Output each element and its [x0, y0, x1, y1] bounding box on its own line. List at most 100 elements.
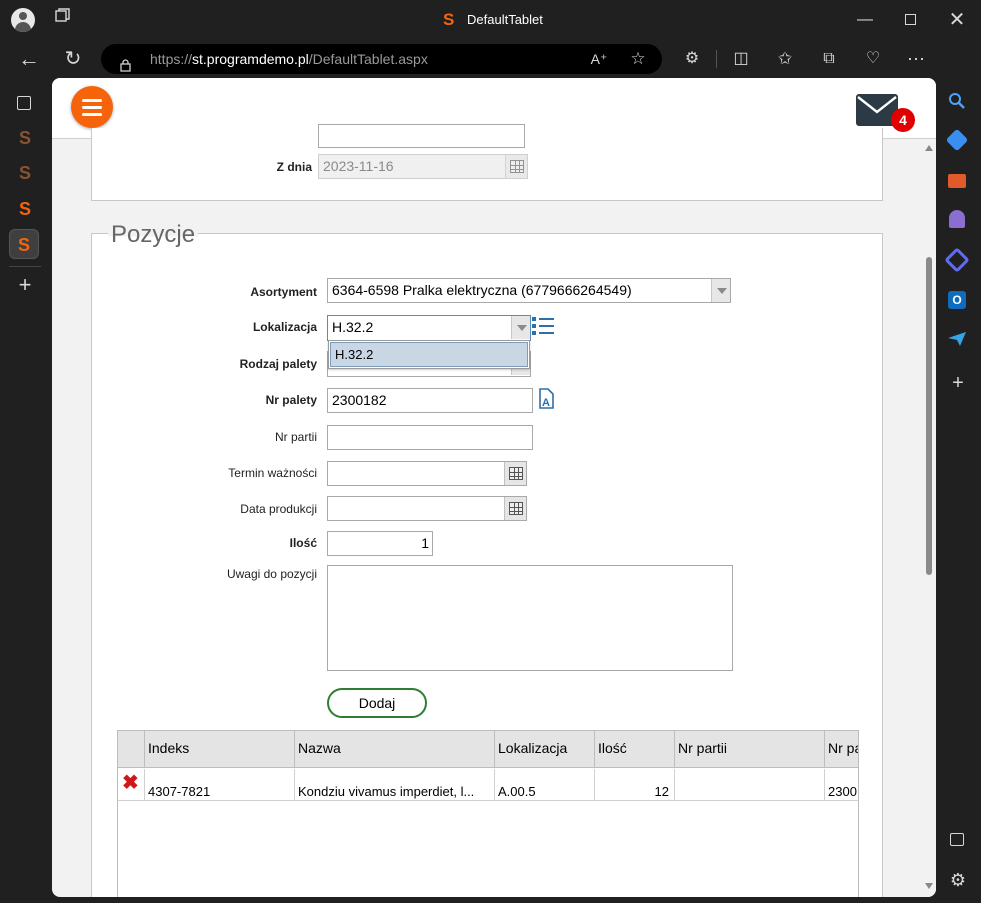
title-bar: S DefaultTablet — ✕ [0, 0, 981, 40]
tab-favicon-active[interactable]: S [9, 229, 39, 259]
mail-count-badge: 4 [891, 108, 915, 132]
address-bar[interactable]: https://st.programdemo.pl/DefaultTablet.… [101, 44, 662, 74]
shopping-tag-icon[interactable] [945, 128, 969, 152]
new-tab-icon[interactable]: + [10, 270, 40, 300]
more-options-icon[interactable]: ⋯ [901, 44, 931, 74]
add-sidebar-app-icon[interactable]: + [943, 368, 973, 398]
calendar-icon[interactable] [504, 497, 526, 520]
url-path: /DefaultTablet.aspx [308, 51, 428, 67]
copilot-sidebar-icon[interactable] [944, 247, 970, 273]
data-produkcji-input[interactable] [327, 496, 527, 521]
favorite-star-icon[interactable]: ☆ [626, 44, 650, 74]
dodaj-button[interactable]: Dodaj [327, 688, 427, 718]
workspaces-icon[interactable] [50, 5, 76, 35]
tabs-divider [9, 266, 41, 267]
delete-icon[interactable]: ✖ [122, 773, 139, 793]
z-dnia-calendar-icon [505, 155, 527, 178]
tools-icon[interactable] [948, 174, 966, 188]
lokalizacja-label: Lokalizacja [252, 320, 317, 334]
toolbar-divider [716, 50, 717, 68]
nr-partii-label: Nr partii [274, 430, 317, 444]
pozycje-legend: Pozycje [108, 221, 199, 249]
page-scrollbar[interactable] [922, 139, 936, 897]
z-dnia-label: Z dnia [276, 160, 312, 174]
sidebar-settings-icon[interactable]: ⚙ [943, 865, 973, 895]
read-aloud-icon[interactable]: A⁺ [587, 44, 611, 74]
send-icon[interactable] [948, 332, 966, 346]
previous-field-input[interactable] [318, 124, 525, 148]
ilosc-input[interactable]: 1 [327, 531, 433, 556]
pallet-label-icon[interactable]: A [536, 386, 556, 410]
svg-text:A: A [542, 397, 550, 409]
uwagi-label: Uwagi do pozycji [226, 567, 317, 581]
hide-sidebar-icon[interactable] [950, 833, 964, 846]
chevron-down-icon[interactable] [711, 279, 730, 302]
termin-waznosci-label: Termin ważności [228, 466, 317, 480]
url-host: st.programdemo.pl [192, 51, 309, 67]
scroll-down-arrow[interactable] [925, 883, 933, 889]
grid-header-ilosc[interactable]: Ilość [595, 731, 675, 768]
asortyment-label: Asortyment [250, 285, 317, 299]
nr-palety-input[interactable]: 2300182 [327, 388, 533, 413]
asortyment-value: 6364-6598 Pralka elektryczna (6779666264… [332, 282, 632, 298]
games-icon[interactable] [949, 210, 965, 228]
ilosc-label: Ilość [289, 536, 317, 550]
search-icon[interactable] [948, 92, 966, 110]
window-title: DefaultTablet [467, 12, 543, 27]
tab-actions-icon[interactable] [17, 96, 31, 110]
calendar-icon[interactable] [504, 462, 526, 485]
refresh-button[interactable]: ↻ [58, 44, 88, 74]
nr-palety-label: Nr palety [265, 393, 317, 407]
tab-favicon: S [443, 10, 455, 29]
asortyment-select[interactable]: 6364-6598 Pralka elektryczna (6779666264… [327, 278, 731, 303]
menu-bar-icon [82, 99, 102, 102]
termin-waznosci-input[interactable] [327, 461, 527, 486]
minimize-button[interactable]: — [850, 5, 880, 35]
table-cell-ilosc: 12 [595, 769, 675, 801]
table-cell-lokalizacja: A.00.5 [495, 769, 595, 801]
favorites-icon[interactable]: ✩ [770, 44, 800, 74]
nr-partii-input[interactable] [327, 425, 533, 450]
maximize-button[interactable] [905, 14, 916, 25]
tab-favicon-3[interactable]: S [10, 194, 40, 224]
positions-grid: Indeks Nazwa Lokalizacja Ilość Nr partii… [117, 730, 859, 897]
dropdown-option[interactable]: H.32.2 [330, 342, 528, 367]
table-cell-nr-palety: 2300 [825, 769, 858, 801]
tab-favicon-2[interactable]: S [10, 158, 40, 188]
profile-avatar[interactable] [11, 8, 35, 32]
lokalizacja-select[interactable]: H.32.2 [327, 315, 531, 341]
table-cell-indeks: 4307-7821 [145, 769, 295, 801]
back-button[interactable]: ← [14, 44, 44, 74]
rodzaj-palety-label: Rodzaj palety [239, 357, 317, 371]
grid-header-indeks[interactable]: Indeks [145, 731, 295, 768]
browser-essentials-icon[interactable]: ♡ [858, 44, 888, 74]
edge-sidebar: O + ⚙ [936, 40, 981, 903]
grid-header-action [118, 731, 145, 768]
outlook-icon[interactable]: O [948, 291, 966, 309]
uwagi-textarea[interactable] [327, 565, 733, 671]
chevron-down-icon[interactable] [511, 316, 530, 339]
data-produkcji-label: Data produkcji [240, 502, 317, 516]
delete-row-cell: ✖ [118, 769, 145, 801]
lokalizacja-dropdown-list: H.32.2 [328, 340, 530, 369]
grid-header-nr-partii[interactable]: Nr partii [675, 731, 825, 768]
z-dnia-input: 2023-11-16 [318, 154, 528, 179]
page-viewport: 4 Z dnia 2023-11-16 Pozycje Asortyment 6… [52, 78, 936, 897]
scroll-up-arrow[interactable] [925, 145, 933, 151]
table-cell-nazwa: Kondziu vivamus imperdiet, l... [295, 769, 495, 801]
table-cell-nr-partii [675, 769, 825, 801]
list-view-icon[interactable] [532, 315, 554, 337]
lock-icon [120, 52, 131, 72]
extensions-icon[interactable]: ⚙ [677, 44, 707, 74]
grid-header-nr-palety[interactable]: Nr pa [825, 731, 858, 768]
tab-favicon-1[interactable]: S [10, 123, 40, 153]
grid-header-nazwa[interactable]: Nazwa [295, 731, 495, 768]
hamburger-menu-button[interactable] [71, 86, 113, 128]
vertical-tabs: S S S S + [0, 78, 52, 903]
close-window-button[interactable]: ✕ [942, 5, 972, 35]
grid-header-lokalizacja[interactable]: Lokalizacja [495, 731, 595, 768]
scrollbar-thumb[interactable] [926, 257, 932, 575]
split-screen-icon[interactable]: ◫ [726, 44, 756, 74]
collections-icon[interactable]: ⧉ [814, 44, 844, 74]
url-prefix: https:// [150, 51, 193, 67]
